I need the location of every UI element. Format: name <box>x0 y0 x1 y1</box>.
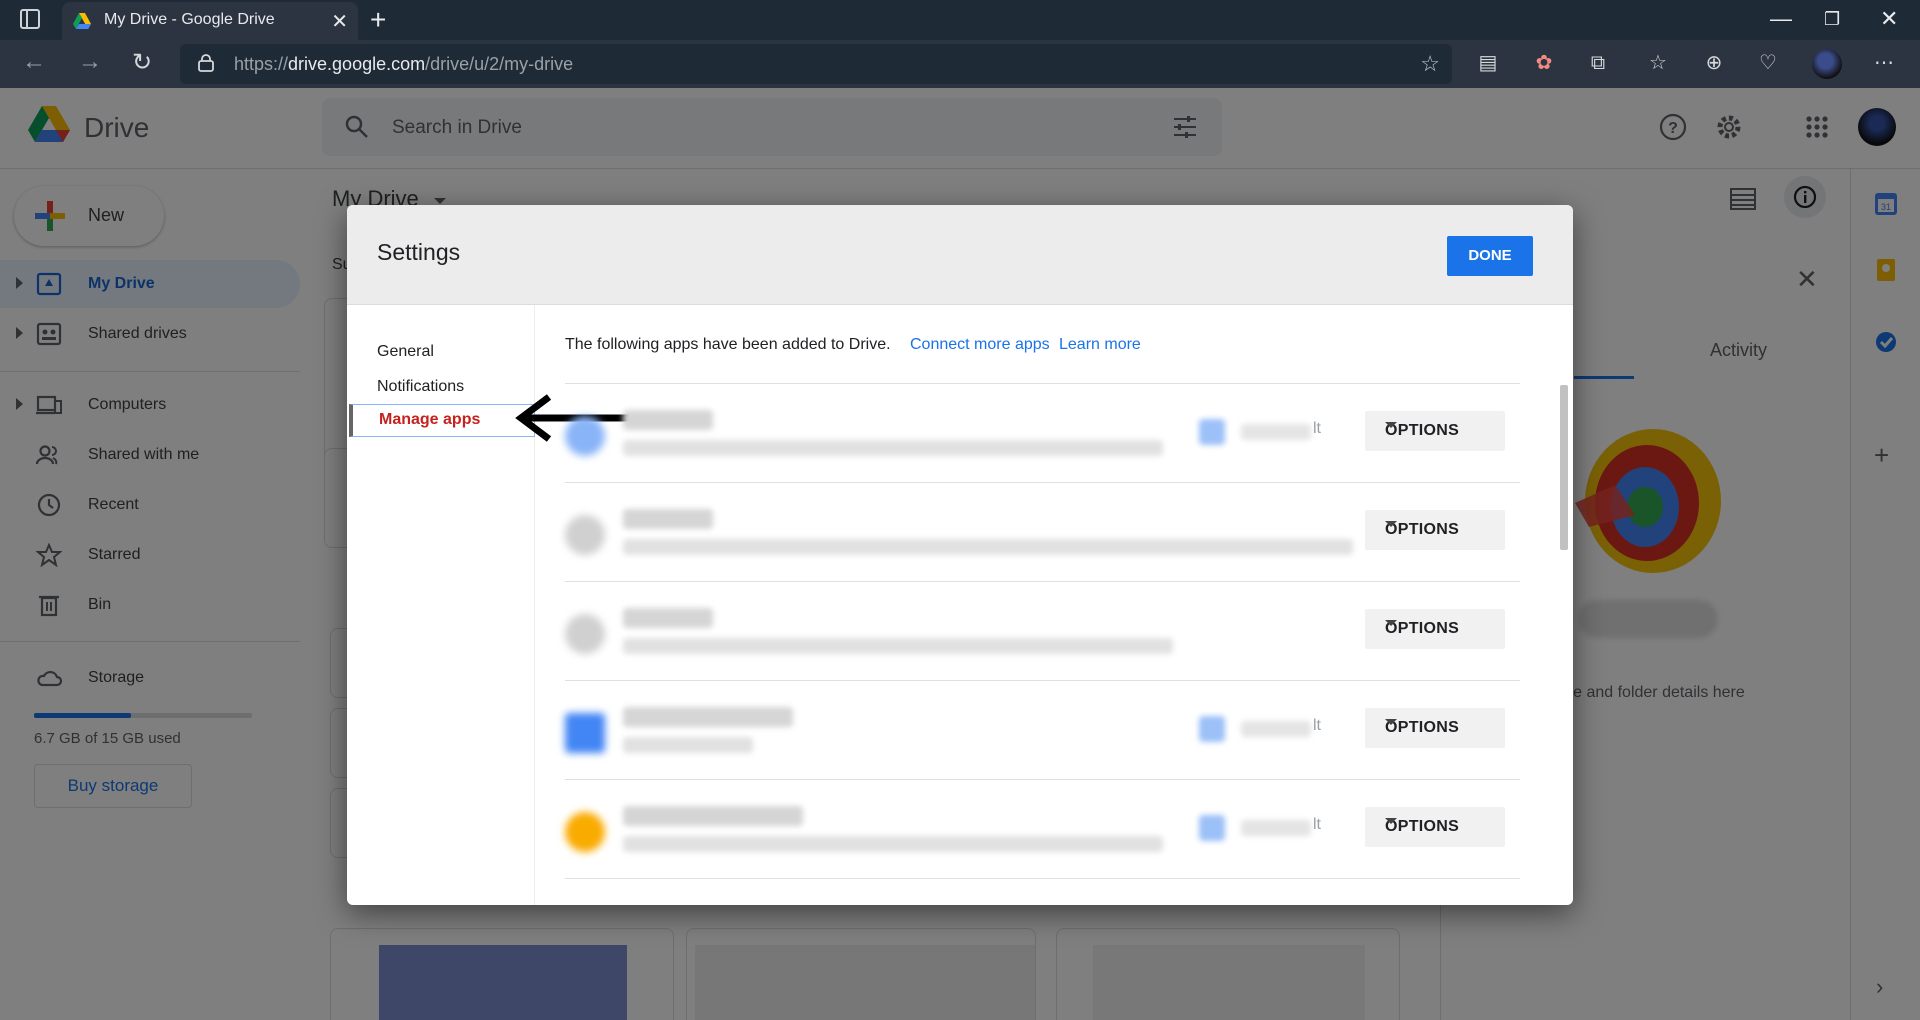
window-close-icon[interactable]: ✕ <box>1880 6 1898 32</box>
browser-toolbar: ← → ↻ https://drive.google.com/drive/u/2… <box>0 40 1920 88</box>
extension-cookie-icon[interactable]: ✿ <box>1532 51 1556 75</box>
connect-more-apps-link[interactable]: Connect more apps <box>910 336 1050 354</box>
drive-favicon-icon <box>73 13 91 29</box>
options-button[interactable]: OPTIONS <box>1365 708 1505 748</box>
options-button[interactable]: OPTIONS <box>1365 510 1505 550</box>
settings-dialog: Settings DONE General Notifications Mana… <box>347 205 1573 905</box>
back-icon[interactable]: ← <box>22 48 46 76</box>
use-by-default-suffix: lt <box>1313 420 1321 437</box>
lock-icon[interactable] <box>198 54 214 72</box>
options-button[interactable]: OPTIONS <box>1365 609 1505 649</box>
browser-tab-bar: My Drive - Google Drive ✕ + — ❐ ✕ <box>0 0 1920 40</box>
restore-icon[interactable]: ❐ <box>1824 9 1840 30</box>
use-by-default-label <box>1241 820 1311 836</box>
use-by-default-suffix: lt <box>1313 717 1321 734</box>
url-text: https://drive.google.com/drive/u/2/my-dr… <box>234 54 574 74</box>
app-row: lt OPTIONS <box>565 779 1520 878</box>
settings-nav-manage-apps[interactable]: Manage apps <box>349 404 535 437</box>
options-button[interactable]: OPTIONS <box>1365 411 1505 451</box>
manage-apps-intro: The following apps have been added to Dr… <box>565 336 891 353</box>
app-description-blurred <box>623 737 753 753</box>
favorites-icon[interactable]: ☆ <box>1646 51 1670 75</box>
row-divider <box>565 878 1520 879</box>
use-by-default-label <box>1241 424 1311 440</box>
learn-more-link[interactable]: Learn more <box>1059 336 1141 354</box>
browser-tab[interactable]: My Drive - Google Drive ✕ <box>62 2 358 40</box>
chevron-down-icon <box>1385 521 1397 527</box>
app-description-blurred <box>623 440 1163 456</box>
app-description-blurred <box>623 539 1353 555</box>
new-tab-icon[interactable]: + <box>370 4 386 36</box>
app-row: lt OPTIONS <box>565 680 1520 779</box>
use-by-default-checkbox[interactable] <box>1199 716 1225 742</box>
settings-nav-notifications[interactable]: Notifications <box>377 378 464 396</box>
settings-title: Settings <box>377 239 461 265</box>
chevron-down-icon <box>1385 818 1397 824</box>
favorite-add-icon[interactable]: ☆ <box>1420 51 1440 77</box>
settings-header: Settings DONE <box>347 205 1573 305</box>
app-icon <box>565 713 605 753</box>
browser-essentials-icon[interactable]: ♡ <box>1756 51 1780 75</box>
app-description-blurred <box>623 836 1163 852</box>
app-description-blurred <box>623 638 1173 654</box>
tab-actions-icon[interactable] <box>20 9 40 29</box>
reload-icon[interactable]: ↻ <box>132 48 152 77</box>
app-icon <box>565 515 605 555</box>
app-name-blurred <box>623 707 793 727</box>
settings-nav-general[interactable]: General <box>377 343 434 361</box>
chevron-down-icon <box>1385 719 1397 725</box>
chevron-down-icon <box>1385 422 1397 428</box>
collections-icon[interactable]: ▤ <box>1476 51 1500 75</box>
app-name-blurred <box>623 806 803 826</box>
app-row: lt OPTIONS <box>565 383 1520 482</box>
app-name-blurred <box>623 509 713 529</box>
tab-collections-icon[interactable]: ⊕ <box>1702 51 1726 75</box>
use-by-default-checkbox[interactable] <box>1199 419 1225 445</box>
app-name-blurred <box>623 608 713 628</box>
use-by-default-suffix: lt <box>1313 816 1321 833</box>
app-icon <box>565 614 605 654</box>
forward-icon[interactable]: → <box>78 48 102 76</box>
minimize-icon[interactable]: — <box>1770 6 1792 32</box>
app-row: OPTIONS <box>565 482 1520 581</box>
app-name-blurred <box>623 410 713 430</box>
profile-avatar[interactable] <box>1812 49 1842 79</box>
address-bar[interactable]: https://drive.google.com/drive/u/2/my-dr… <box>180 44 1452 84</box>
extensions-icon[interactable]: ⧉ <box>1586 51 1610 75</box>
app-icon <box>565 416 605 456</box>
tab-close-icon[interactable]: ✕ <box>331 9 348 34</box>
chevron-down-icon <box>1385 620 1397 626</box>
done-button[interactable]: DONE <box>1447 236 1533 276</box>
use-by-default-label <box>1241 721 1311 737</box>
app-row: OPTIONS <box>565 581 1520 680</box>
app-icon <box>565 812 605 852</box>
settings-nav-manage-apps-label: Manage apps <box>379 411 481 428</box>
options-button[interactable]: OPTIONS <box>1365 807 1505 847</box>
more-menu-icon[interactable]: ⋯ <box>1872 51 1896 75</box>
dialog-scrollbar[interactable] <box>1560 385 1568 550</box>
tab-title: My Drive - Google Drive <box>104 11 275 28</box>
use-by-default-checkbox[interactable] <box>1199 815 1225 841</box>
